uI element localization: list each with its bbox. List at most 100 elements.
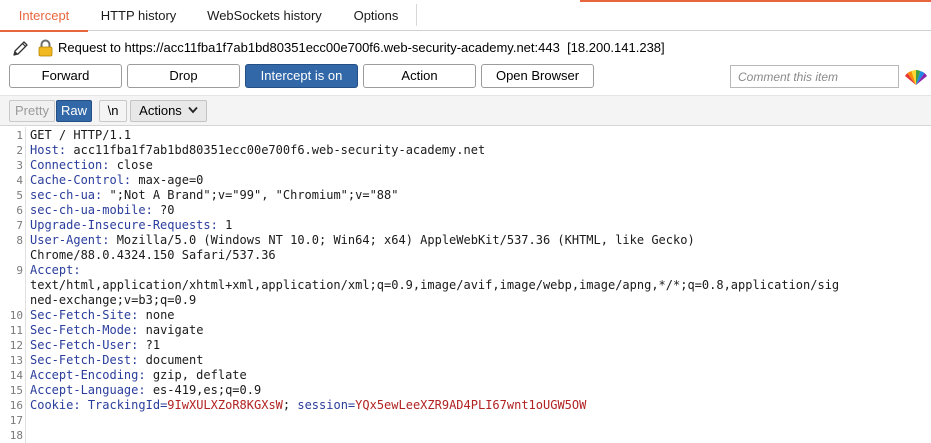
tab-websockets-history[interactable]: WebSockets history [189, 0, 340, 31]
cookie-name: TrackingId [87, 398, 161, 412]
header-name: Connection [30, 158, 103, 172]
editor-line[interactable]: 5 sec-ch-ua: ";Not A Brand";v="99", "Chro… [0, 188, 931, 203]
actions-dropdown-button[interactable]: Actions [130, 100, 207, 122]
actions-label: Actions [139, 103, 182, 118]
header-line: Host: acc11fba1f7ab1bd80351ecc00e700f6.w… [30, 143, 486, 157]
editor-line[interactable]: 12 Sec-Fetch-User: ?1 [0, 338, 931, 353]
line-number: 12 [9, 339, 23, 352]
line-number: 7 [16, 219, 23, 232]
editor-line[interactable]: 18 [0, 428, 931, 443]
header-line: Accept-Language: es-419,es;q=0.9 [30, 383, 262, 397]
accent-line [580, 0, 931, 2]
pencil-icon[interactable] [11, 38, 31, 58]
highlight-color-icon[interactable] [904, 65, 928, 87]
header-name: Host [30, 143, 59, 157]
line-number: 15 [9, 384, 23, 397]
header-line: Accept: [30, 263, 81, 277]
editor-line[interactable]: 13 Sec-Fetch-Dest: document [0, 353, 931, 368]
chevron-down-icon [188, 106, 198, 114]
header-line: Connection: close [30, 158, 153, 172]
code-text: ned-exchange;v=b3;q=0.9 [30, 293, 197, 307]
line-number: 1 [16, 129, 23, 142]
header-value: 1 [217, 218, 233, 232]
header-line: Sec-Fetch-Mode: navigate [30, 323, 204, 337]
editor-line[interactable]: 8 User-Agent: Mozilla/5.0 (Windows NT 10.… [0, 233, 931, 248]
request-url: https://acc11fba1f7ab1bd80351ecc00e700f6… [124, 40, 560, 55]
pretty-view-button[interactable]: Pretty [9, 100, 55, 122]
editor-toolbar: Pretty Raw \n Actions [0, 95, 931, 126]
header-line: Sec-Fetch-Dest: document [30, 353, 204, 367]
action-button[interactable]: Action [363, 64, 476, 88]
editor-line[interactable]: 11 Sec-Fetch-Mode: navigate [0, 323, 931, 338]
intercept-toggle-button[interactable]: Intercept is on [245, 64, 358, 88]
editor-line[interactable]: text/html,application/xhtml+xml,applicat… [0, 278, 931, 293]
forward-button[interactable]: Forward [9, 64, 122, 88]
raw-view-button[interactable]: Raw [56, 100, 92, 122]
tab-options[interactable]: Options [340, 0, 412, 31]
line-number: 13 [9, 354, 23, 367]
header-name: Sec-Fetch-Mode [30, 323, 132, 337]
editor-line[interactable]: 15 Accept-Language: es-419,es;q=0.9 [0, 383, 931, 398]
request-ip: [18.200.141.238] [567, 40, 665, 55]
editor-line[interactable]: ned-exchange;v=b3;q=0.9 [0, 293, 931, 308]
line-number: 8 [16, 234, 23, 247]
line-number: 11 [9, 324, 23, 337]
editor-line[interactable]: 16 Cookie: TrackingId=9IwXULXZoR8KGXsW; s… [0, 398, 931, 413]
header-value: es-419,es;q=0.9 [145, 383, 262, 397]
header-value: Mozilla/5.0 (Windows NT 10.0; Win64; x64… [109, 233, 695, 247]
line-number: 3 [16, 159, 23, 172]
cookie-value: 9IwXULXZoR8KGXsW [167, 398, 283, 412]
editor-line[interactable]: 3 Connection: close [0, 158, 931, 173]
header-name: Sec-Fetch-User [30, 338, 132, 352]
header-value: navigate [138, 323, 204, 337]
header-name: Accept [30, 263, 74, 277]
tab-bar: Intercept HTTP history WebSockets histor… [0, 0, 931, 32]
code-text: Chrome/88.0.4324.150 Safari/537.36 [30, 248, 276, 262]
editor-line[interactable]: 9 Accept: [0, 263, 931, 278]
open-browser-button[interactable]: Open Browser [481, 64, 594, 88]
editor-line[interactable]: Chrome/88.0.4324.150 Safari/537.36 [0, 248, 931, 263]
code-text: text/html,application/xhtml+xml,applicat… [30, 278, 840, 292]
header-name: User-Agent [30, 233, 103, 247]
header-line: Sec-Fetch-Site: none [30, 308, 175, 322]
drop-button[interactable]: Drop [127, 64, 240, 88]
show-newlines-button[interactable]: \n [99, 100, 127, 122]
tab-divider [416, 4, 417, 26]
header-name: Cache-Control [30, 173, 124, 187]
request-info: Request to https://acc11fba1f7ab1bd80351… [0, 37, 931, 59]
editor-line[interactable]: 17 [0, 413, 931, 428]
cookie-name: session [297, 398, 348, 412]
editor-line[interactable]: 1 GET / HTTP/1.1 [0, 128, 931, 143]
line-number: 4 [16, 174, 23, 187]
header-name: Sec-Fetch-Site [30, 308, 132, 322]
comment-input[interactable] [730, 65, 899, 88]
request-editor[interactable]: 1 GET / HTTP/1.1 2 Host: acc11fba1f7ab1bd80… [0, 127, 931, 443]
header-line: Cache-Control: max-age=0 [30, 173, 204, 187]
header-value: max-age=0 [131, 173, 204, 187]
tab-http-history[interactable]: HTTP history [88, 0, 189, 31]
header-value: gzip, deflate [145, 368, 247, 382]
header-value: ?1 [138, 338, 161, 352]
line-number: 5 [16, 189, 23, 202]
editor-line[interactable]: 6 sec-ch-ua-mobile: ?0 [0, 203, 931, 218]
editor-line[interactable]: 10 Sec-Fetch-Site: none [0, 308, 931, 323]
header-line: Accept-Encoding: gzip, deflate [30, 368, 247, 382]
editor-line[interactable]: 14 Accept-Encoding: gzip, deflate [0, 368, 931, 383]
header-value: document [138, 353, 204, 367]
header-value: ?0 [152, 203, 175, 217]
editor-line[interactable]: 2 Host: acc11fba1f7ab1bd80351ecc00e700f6.… [0, 143, 931, 158]
editor-line[interactable]: 4 Cache-Control: max-age=0 [0, 173, 931, 188]
header-name: sec-ch-ua [30, 188, 96, 202]
header-line: sec-ch-ua: ";Not A Brand";v="99", "Chrom… [30, 188, 399, 202]
cookie-value: YQx5ewLeeXZR9AD4PLI67wnt1oUGW5OW [355, 398, 587, 412]
line-number: 9 [16, 264, 23, 277]
header-name: Upgrade-Insecure-Requests [30, 218, 211, 232]
header-line: sec-ch-ua-mobile: ?0 [30, 203, 175, 217]
code-text: GET / HTTP/1.1 [30, 128, 132, 142]
header-value: acc11fba1f7ab1bd80351ecc00e700f6.web-sec… [66, 143, 486, 157]
header-name: Accept-Language [30, 383, 139, 397]
editor-line[interactable]: 7 Upgrade-Insecure-Requests: 1 [0, 218, 931, 233]
request-target-text: Request to https://acc11fba1f7ab1bd80351… [58, 40, 665, 55]
tab-intercept[interactable]: Intercept [0, 0, 88, 32]
header-value: ";Not A Brand";v="99", "Chromium";v="88" [102, 188, 399, 202]
